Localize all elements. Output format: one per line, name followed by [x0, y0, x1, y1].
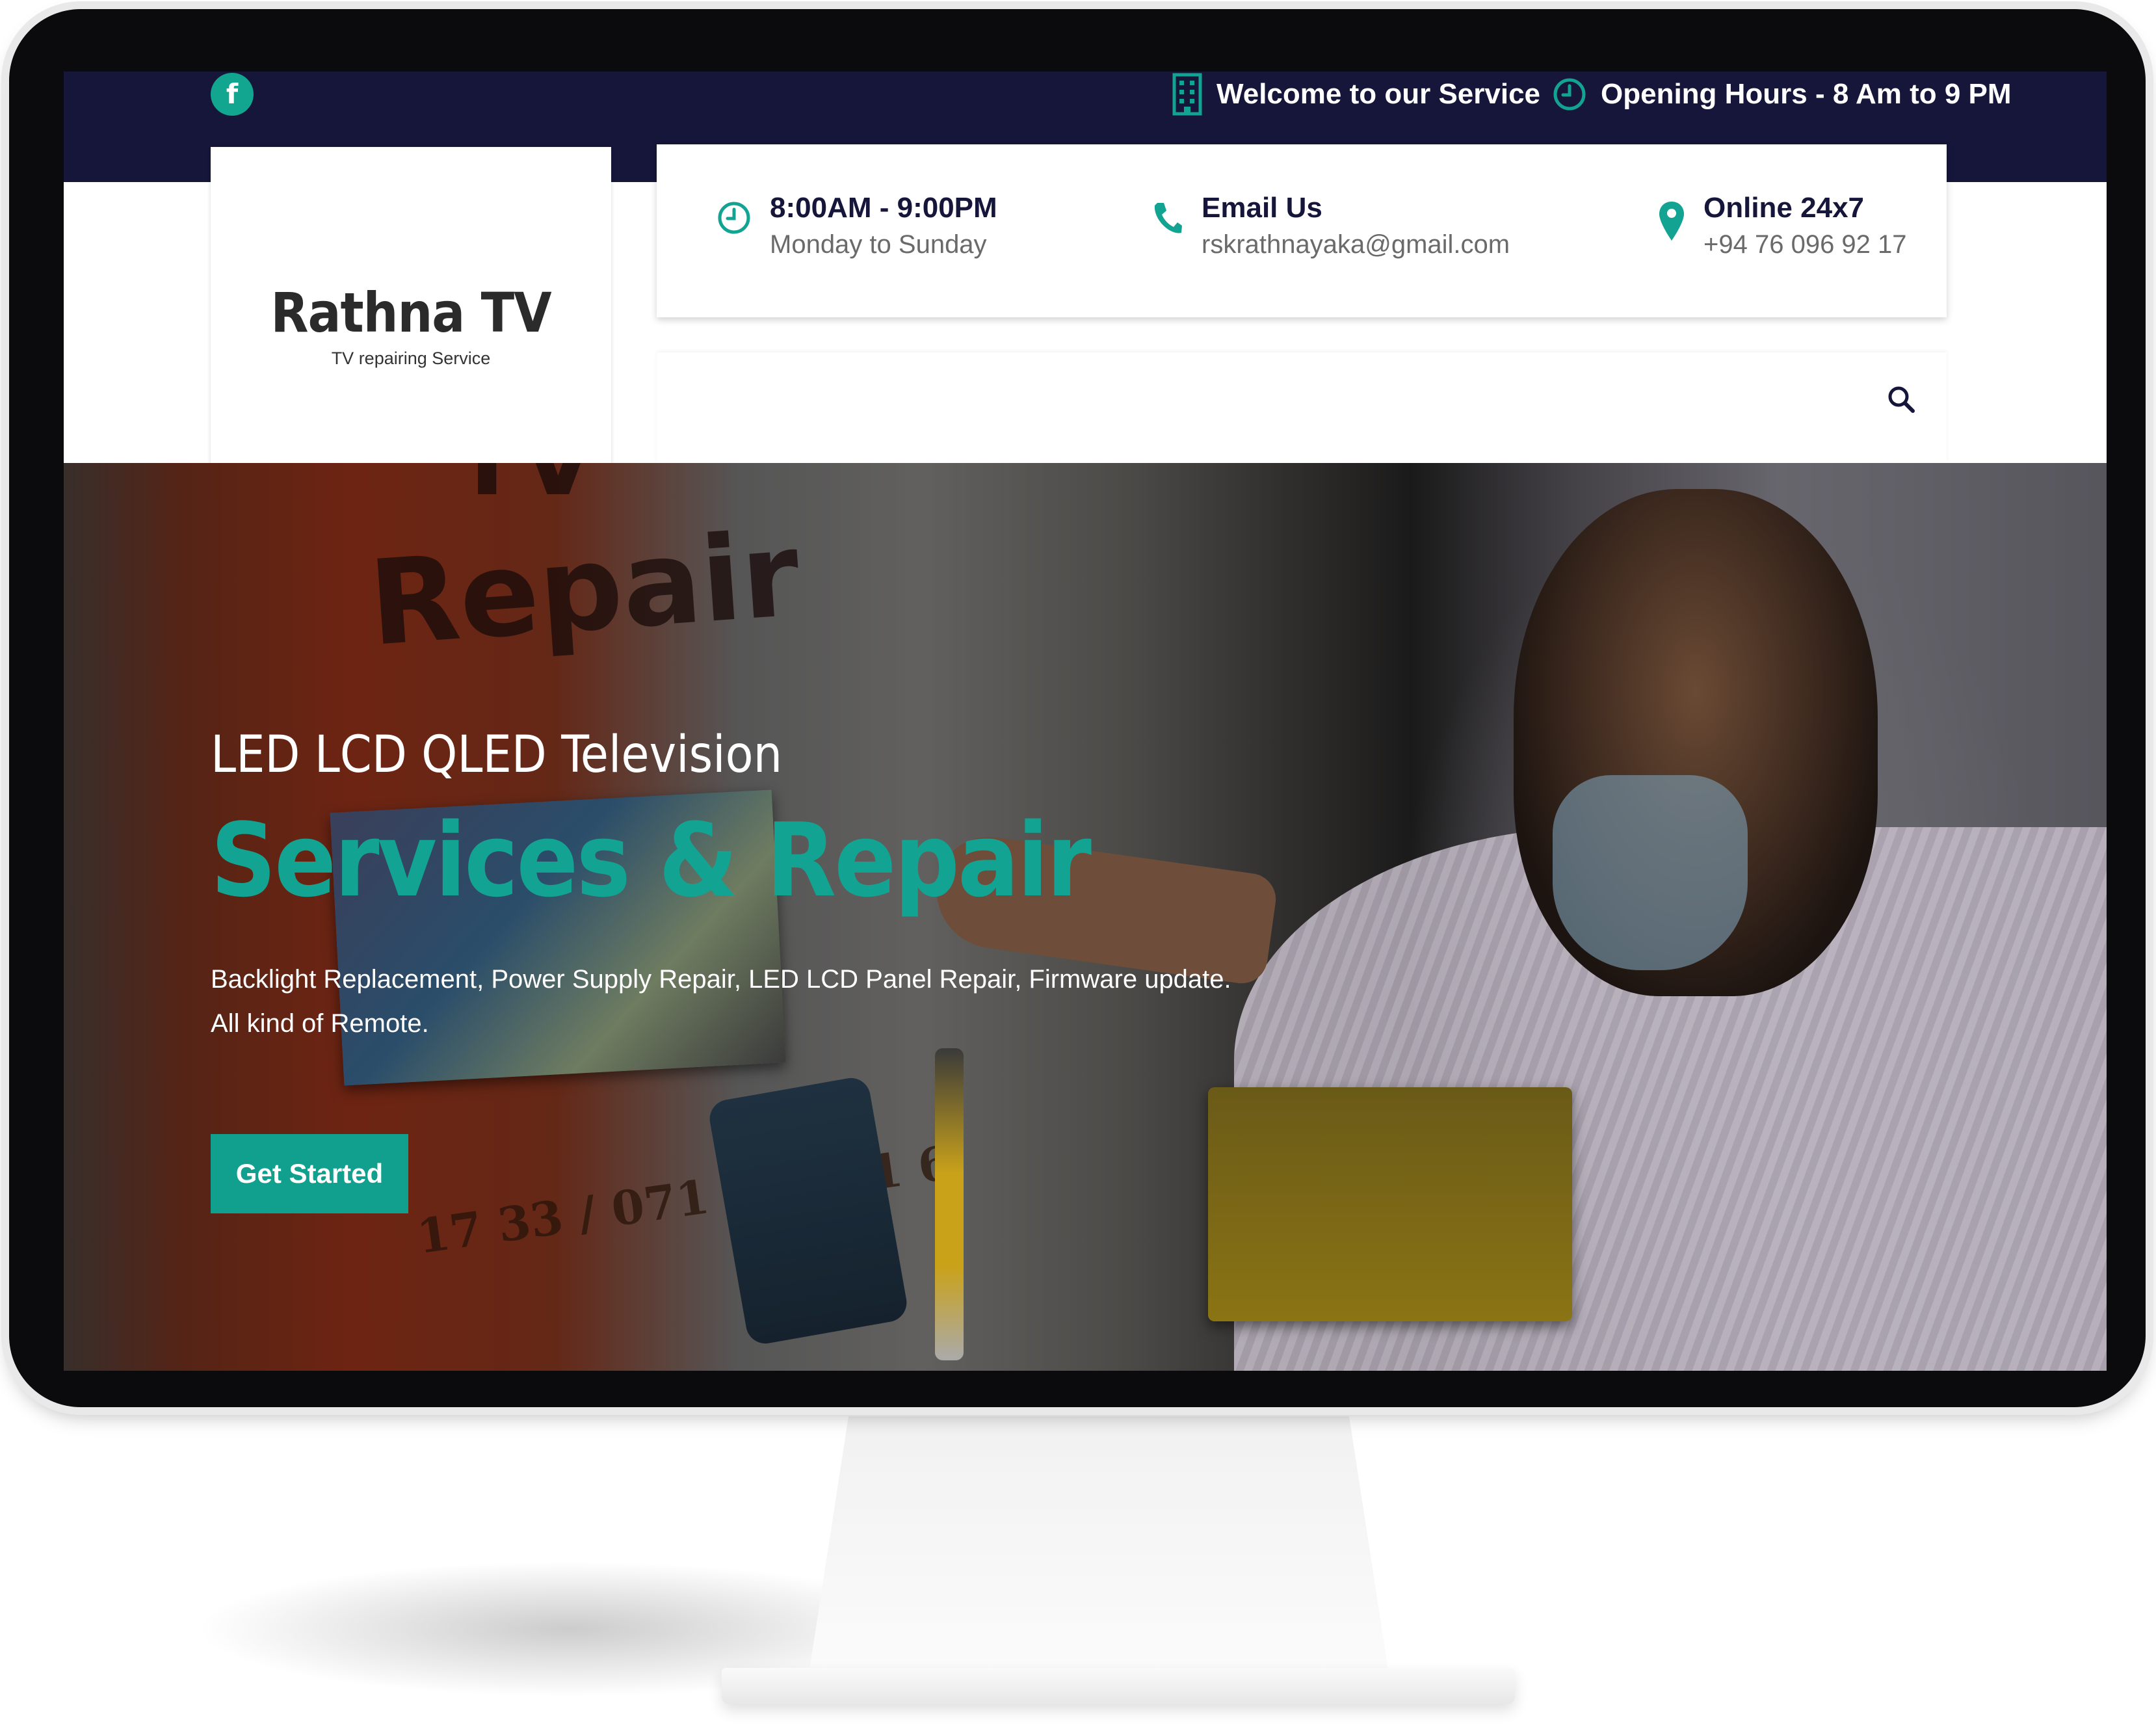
contact-online-title: Online 24x7	[1703, 192, 1865, 224]
hero-title: Services & Repair	[211, 801, 1092, 919]
brand-tagline: TV repairing Service	[331, 349, 491, 368]
brand-name: Rathna TV	[270, 281, 551, 345]
website-screen: f Welcome to our Service Opening Hours -…	[64, 72, 2107, 1371]
contact-item-email[interactable]: Email Us rskrathnayaka@gmail.com	[1151, 190, 1510, 263]
hero-banner: TV Repair 17 33 / 071 729 51 6 LED LCD Q…	[64, 463, 2107, 1371]
clock-icon	[716, 200, 752, 239]
contact-item-hours: 8:00AM - 9:00PM Monday to Sunday	[716, 190, 997, 263]
contact-item-online: Online 24x7 +94 76 096 92 17	[1658, 190, 1907, 263]
hero-photo-screwdriver	[935, 1048, 964, 1360]
hero-description: Backlight Replacement, Power Supply Repa…	[211, 965, 1231, 1038]
building-icon	[1172, 73, 1202, 116]
monitor-frame: f Welcome to our Service Opening Hours -…	[9, 9, 2146, 1407]
contact-email-text[interactable]: rskrathnayaka@gmail.com	[1202, 226, 1510, 263]
contact-hours-title: 8:00AM - 9:00PM	[770, 192, 997, 224]
clock-icon	[1553, 77, 1586, 111]
contact-hours-text: Monday to Sunday	[770, 230, 987, 259]
hero-photo-soldering-station	[1208, 1087, 1572, 1321]
search-icon[interactable]	[1882, 380, 1921, 419]
contact-info-card: 8:00AM - 9:00PM Monday to Sunday Email U…	[657, 144, 1947, 317]
contact-phone-text[interactable]: +94 76 096 92 17	[1703, 226, 1907, 263]
monitor-stand	[809, 1416, 1388, 1670]
navigation-bar	[657, 352, 1947, 463]
opening-hours: Opening Hours - 8 Am to 9 PM	[1553, 74, 2012, 114]
opening-hours-text: Opening Hours - 8 Am to 9 PM	[1601, 78, 2012, 110]
hero-photo-multimeter	[706, 1075, 910, 1347]
welcome-message: Welcome to our Service	[1172, 73, 1541, 116]
welcome-text: Welcome to our Service	[1216, 78, 1541, 110]
monitor-stand-base	[722, 1668, 1515, 1704]
hero-kicker: LED LCD QLED Television	[211, 726, 783, 784]
hero-photo-sign-repair: Repair	[365, 507, 804, 672]
hero-photo-mask	[1553, 775, 1748, 970]
hero-photo-sign-tv: TV	[454, 463, 596, 518]
get-started-button[interactable]: Get Started	[211, 1134, 408, 1213]
facebook-icon[interactable]: f	[211, 73, 254, 116]
phone-icon	[1151, 200, 1183, 240]
site-logo[interactable]: Rathna TV TV repairing Service	[211, 147, 611, 466]
location-pin-icon	[1658, 200, 1685, 245]
contact-email-title: Email Us	[1202, 192, 1322, 224]
